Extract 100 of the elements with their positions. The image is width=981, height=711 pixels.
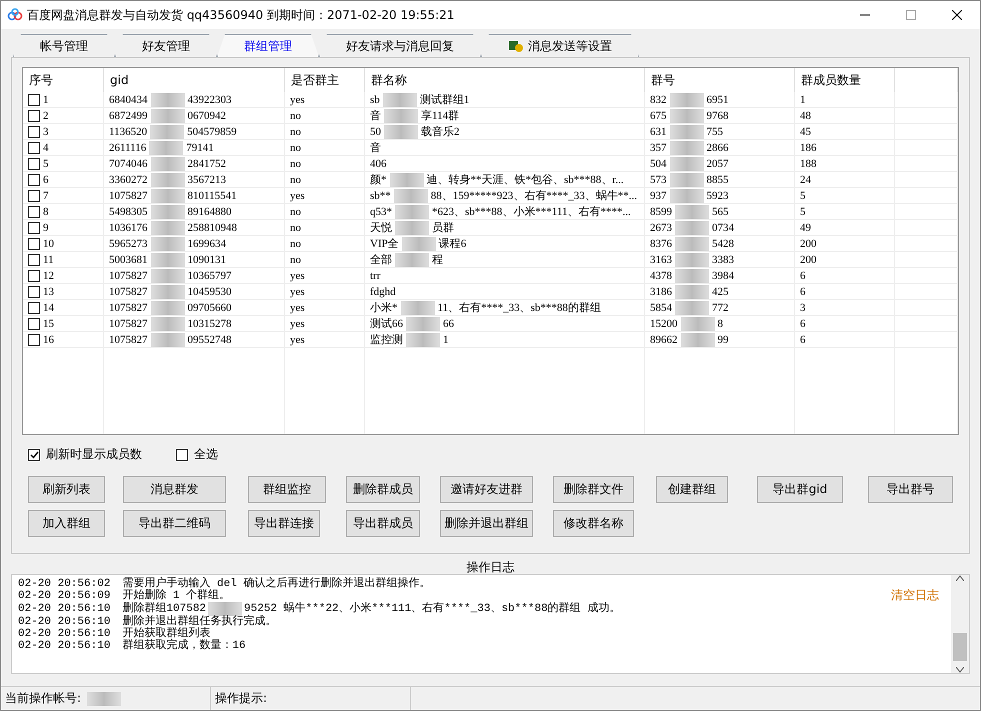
action-button[interactable]: 创建群组	[656, 476, 728, 503]
action-button[interactable]: 邀请好友进群	[440, 476, 533, 503]
cell-text: yes	[290, 334, 305, 346]
redaction-blur	[384, 124, 418, 138]
column-header[interactable]: gid	[104, 68, 285, 92]
cell-text: 3383	[712, 254, 734, 266]
row-checkbox[interactable]	[28, 254, 40, 266]
checkbox[interactable]	[176, 448, 188, 460]
redaction-blur	[150, 252, 184, 266]
action-button[interactable]: 导出群二维码	[123, 510, 226, 537]
redaction-blur	[395, 252, 429, 266]
cell-text: 43922303	[188, 94, 232, 106]
cell-text: 88、159*****923、右有****_33、蜗牛**...	[430, 188, 638, 203]
row-checkbox[interactable]	[28, 94, 40, 106]
column-header[interactable]: 群号	[645, 68, 795, 92]
action-button[interactable]: 删除群文件	[553, 476, 634, 503]
row-checkbox[interactable]	[28, 238, 40, 250]
action-button[interactable]: 删除群成员	[346, 476, 420, 503]
redaction-blur	[670, 124, 704, 138]
action-button[interactable]: 导出群连接	[248, 510, 320, 537]
cell-text: 8	[43, 206, 48, 218]
cell-text: 3	[800, 302, 806, 314]
row-checkbox[interactable]	[28, 126, 40, 138]
scroll-thumb[interactable]	[953, 632, 967, 660]
redaction-blur	[675, 268, 709, 282]
cell-text: 2057	[706, 158, 728, 170]
cell-text: 0734	[712, 222, 734, 234]
column-header[interactable]: 群名称	[365, 68, 645, 92]
row-checkbox[interactable]	[28, 334, 40, 346]
scrollbar[interactable]	[951, 575, 969, 673]
scroll-up-icon[interactable]	[956, 575, 964, 581]
cell-text: 49	[800, 222, 811, 234]
redaction-blur	[680, 316, 714, 330]
cell-text: 开始删除 1 个群组。	[122, 590, 230, 602]
row-checkbox[interactable]	[28, 318, 40, 330]
redaction-blur	[400, 300, 434, 314]
action-button[interactable]: 删除并退出群组	[440, 510, 533, 537]
cell-text: 1075827	[109, 190, 148, 202]
cell-text: 4	[43, 142, 48, 154]
row-checkbox[interactable]	[28, 110, 40, 122]
row-checkbox[interactable]	[28, 270, 40, 282]
redaction-blur	[382, 92, 417, 106]
cell-text: no	[290, 110, 301, 122]
redaction-blur	[150, 284, 184, 298]
row-checkbox[interactable]	[28, 174, 40, 186]
row-checkbox[interactable]	[28, 206, 40, 218]
row-checkbox[interactable]	[28, 190, 40, 202]
cell-text: 810115541	[188, 190, 237, 202]
cell-text: 2673	[650, 222, 672, 234]
cell-text: 09705660	[188, 302, 232, 314]
cell-text: 1075827	[109, 318, 148, 330]
action-button[interactable]: 消息群发	[123, 476, 226, 503]
cell-text: 755	[706, 126, 723, 138]
close-icon[interactable]	[952, 10, 962, 20]
cell-text: 9	[43, 222, 48, 234]
cell-text: 测试群组1	[420, 93, 470, 107]
action-button[interactable]: 修改群名称	[553, 510, 634, 537]
row-checkbox[interactable]	[28, 142, 40, 154]
action-button[interactable]: 导出群gid	[757, 476, 843, 503]
cell-text: 89662	[650, 334, 678, 346]
action-button[interactable]: 导出群成员	[346, 510, 420, 537]
redaction-blur	[150, 156, 184, 170]
row-checkbox[interactable]	[28, 302, 40, 314]
cell-text: 1	[443, 334, 448, 346]
row-checkbox[interactable]	[28, 158, 40, 170]
action-button[interactable]: 群组监控	[248, 476, 326, 503]
action-button[interactable]: 刷新列表	[28, 476, 105, 503]
tab[interactable]: 好友管理	[115, 34, 217, 57]
cell-text: 5	[43, 158, 48, 170]
tab[interactable]: 好友请求与消息回复	[319, 34, 481, 57]
cell-text: 2	[43, 110, 48, 122]
cell-text: 95252 蜗牛***22、小米***111、右有****_33、sb***88的群组 成功。	[244, 603, 620, 615]
tab[interactable]: 帐号管理	[13, 34, 115, 57]
cell-text: 载音乐2	[421, 124, 460, 139]
log-title: 操作日志	[466, 559, 516, 574]
action-button[interactable]: 导出群号	[868, 476, 953, 503]
tab[interactable]: 消息发送等设置	[481, 34, 639, 57]
column-header[interactable]: 是否群主	[285, 68, 365, 92]
cell-text: 9768	[706, 110, 728, 122]
cell-text: 565	[712, 206, 728, 218]
cell-text: 课程6	[438, 237, 466, 251]
cell-text: *623、sb***88、小米***111、右有****...	[432, 205, 631, 219]
redaction-blur	[150, 108, 184, 122]
clear-log-link[interactable]: 清空日志	[891, 587, 939, 604]
redaction-blur	[149, 140, 184, 154]
scroll-down-icon[interactable]	[956, 667, 964, 673]
column-header[interactable]: 序号	[23, 68, 104, 92]
cell-text: sb**	[370, 190, 391, 202]
cell-text: 4378	[650, 270, 672, 282]
row-checkbox[interactable]	[28, 222, 40, 234]
cell-text: 程	[432, 253, 443, 267]
row-checkbox[interactable]	[28, 286, 40, 298]
redaction-blur	[675, 220, 709, 234]
checkbox[interactable]	[28, 448, 40, 460]
column-header[interactable]: 群成员数量	[795, 68, 895, 92]
redaction-blur	[384, 108, 418, 122]
redaction-blur	[670, 140, 704, 154]
cell-text: 员群	[432, 221, 454, 235]
action-button[interactable]: 加入群组	[28, 510, 105, 537]
tab[interactable]: 群组管理	[217, 34, 319, 57]
